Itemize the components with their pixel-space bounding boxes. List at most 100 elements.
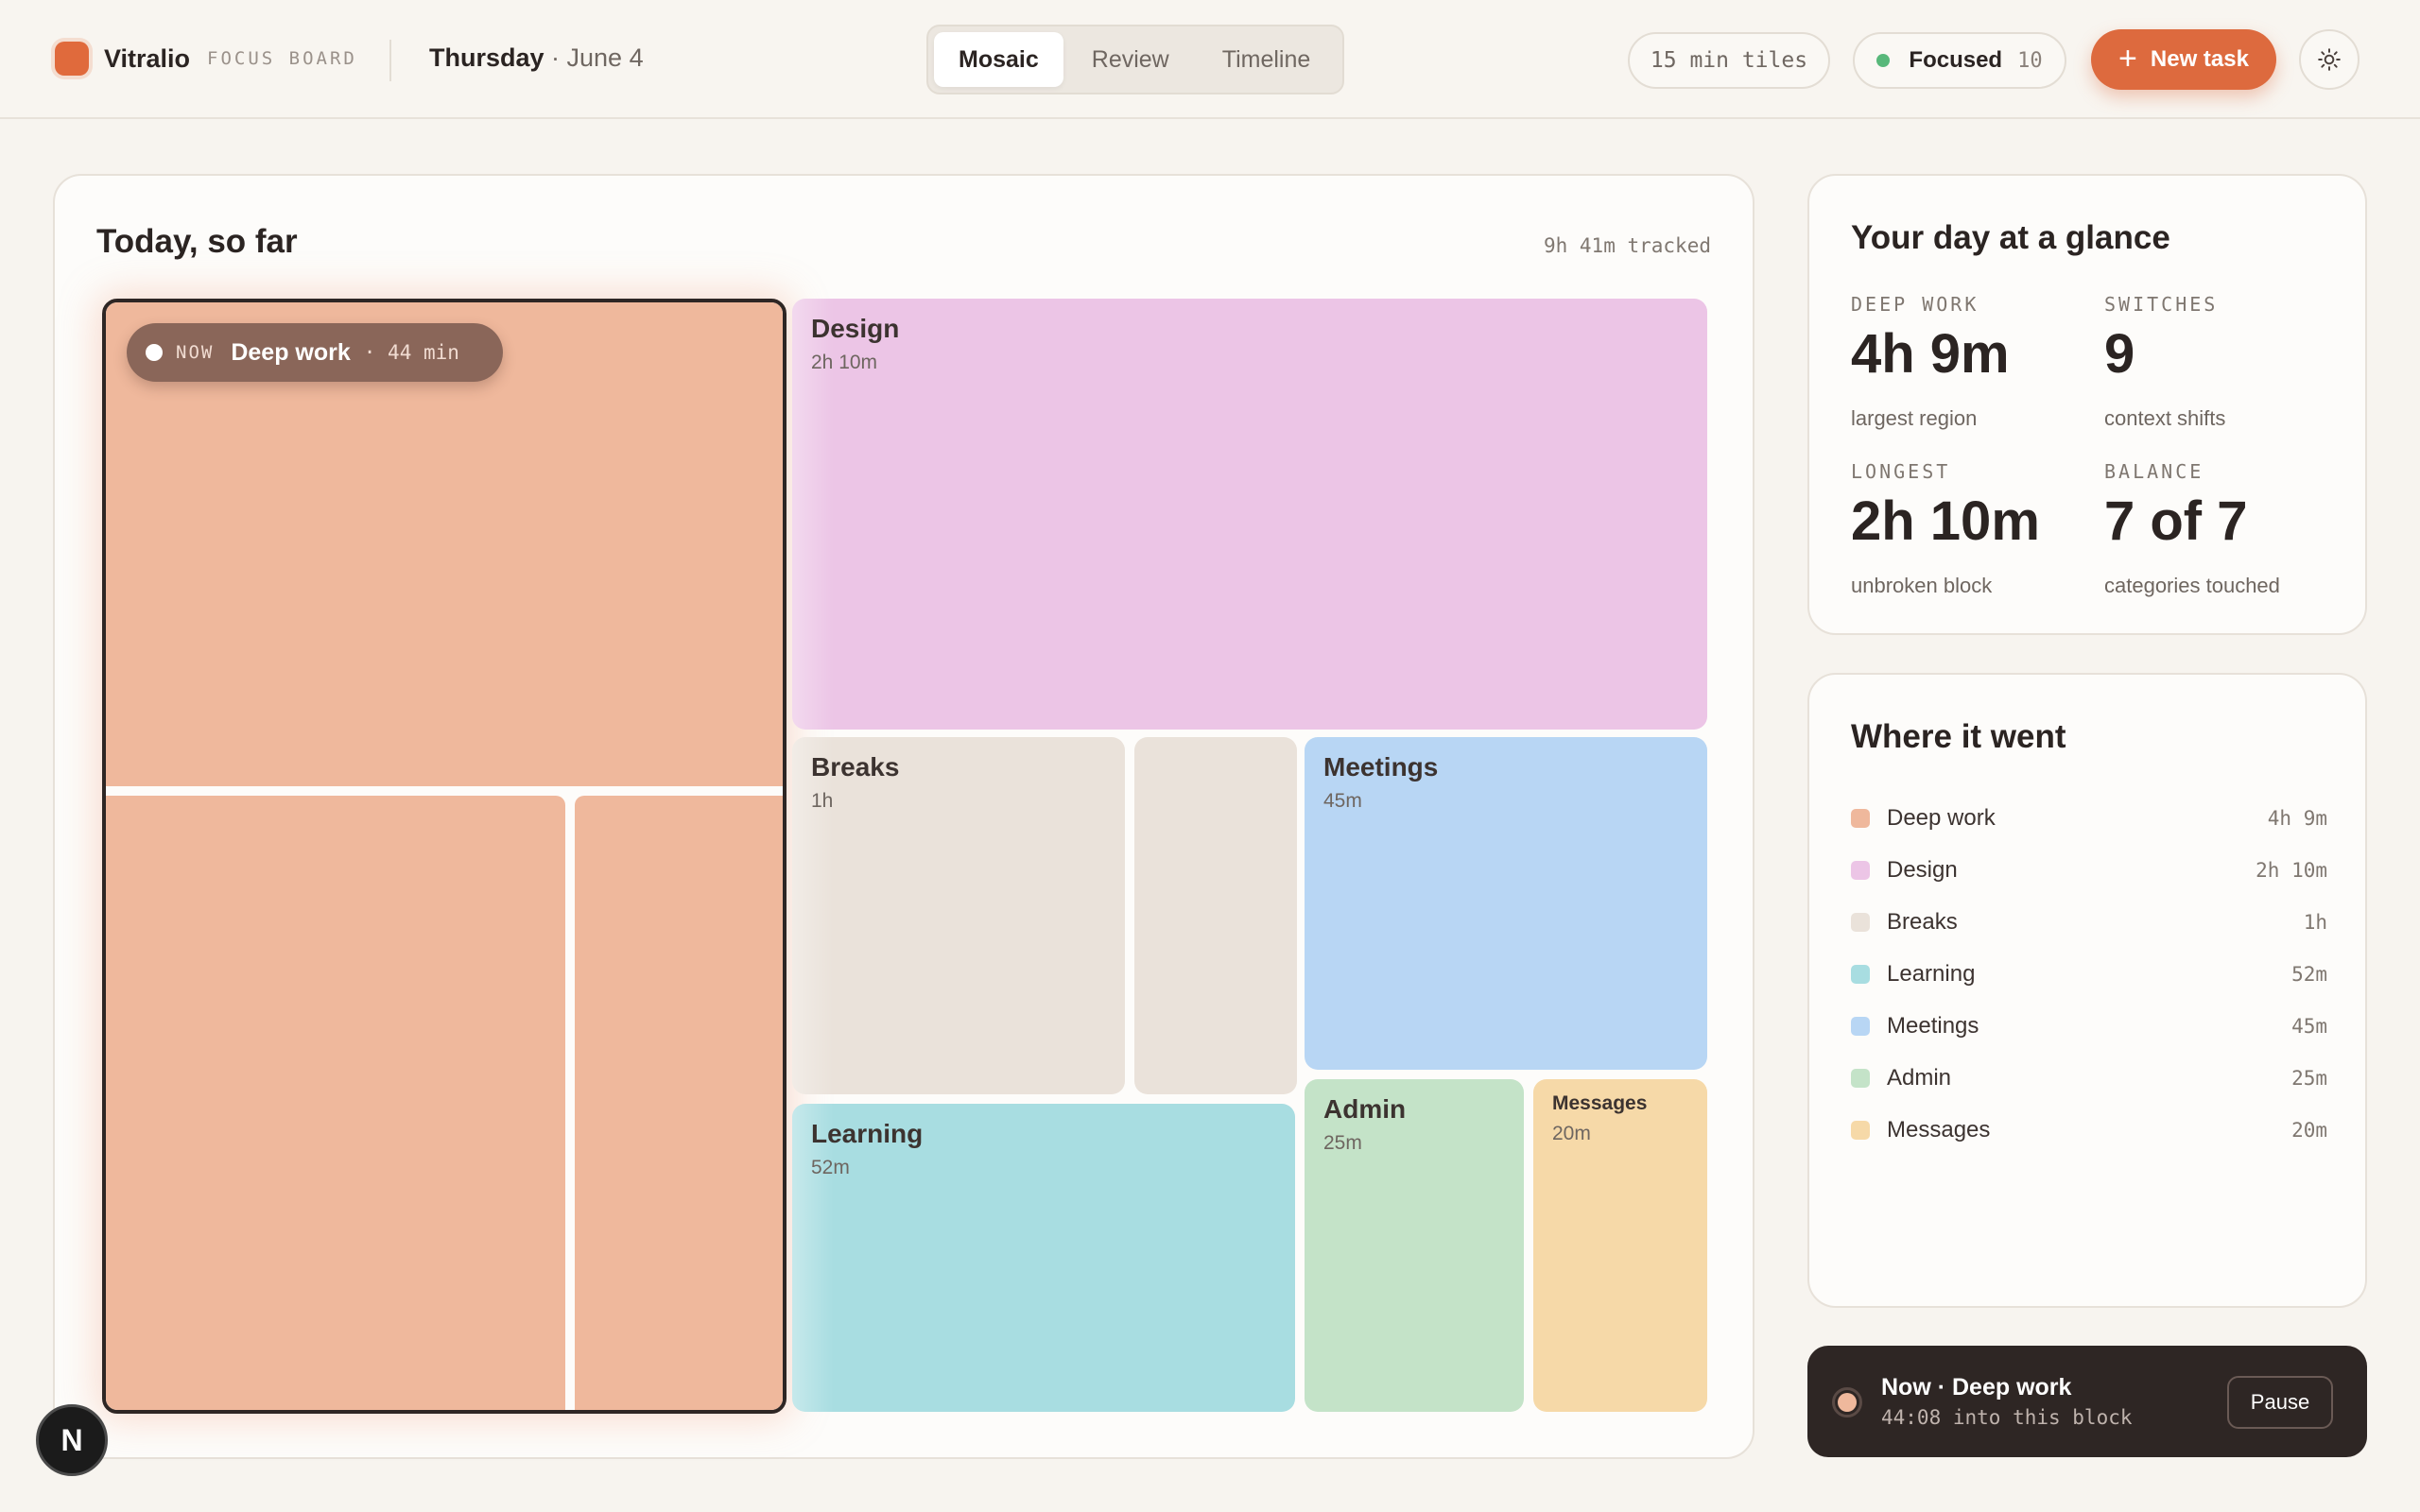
color-swatch-icon xyxy=(1851,1120,1870,1140)
stat-key: SWITCHES xyxy=(2104,293,2219,316)
stat-caption: context shifts xyxy=(2104,406,2226,430)
now-title: Now · Deep work xyxy=(1881,1374,2072,1400)
timer-ring-icon xyxy=(1832,1387,1862,1418)
deep-work-segment[interactable] xyxy=(106,796,565,1410)
tile-label: Admin xyxy=(1323,1094,1407,1124)
stat-deep-work: DEEP WORK 4h 9m largest region xyxy=(1851,293,2010,431)
legend-value: 52m xyxy=(2291,962,2327,986)
tab-timeline[interactable]: Timeline xyxy=(1198,32,1336,87)
brand: Vitralio FOCUS BOARD xyxy=(55,42,357,76)
legend-value: 20m xyxy=(2291,1118,2327,1142)
tile-messages[interactable]: Messages 20m xyxy=(1533,1079,1707,1412)
legend-item[interactable]: Meetings 45m xyxy=(1851,1000,2327,1052)
now-category: Deep work xyxy=(231,338,351,366)
stat-switches: SWITCHES 9 context shifts xyxy=(2104,293,2225,431)
brand-name: Vitralio xyxy=(104,43,191,73)
color-swatch-icon xyxy=(1851,964,1870,984)
tile-size-toggle[interactable]: 15 min tiles xyxy=(1628,32,1830,89)
live-dot-icon xyxy=(146,344,163,361)
legend-value: 1h xyxy=(2303,910,2327,934)
legend-label: Learning xyxy=(1887,960,1976,987)
legend-item[interactable]: Learning 52m xyxy=(1851,948,2327,1000)
now-chip: NOW Deep work · 44 min xyxy=(127,323,503,382)
stat-value: 7 of 7 xyxy=(2104,490,2248,552)
tile-breaks-segment[interactable] xyxy=(1134,737,1297,1094)
tile-admin[interactable]: Admin 25m xyxy=(1305,1079,1524,1412)
stat-value: 2h 10m xyxy=(1851,490,2040,552)
tile-design[interactable]: Design 2h 10m xyxy=(792,299,1707,730)
tile-duration: 52m xyxy=(811,1157,850,1178)
tile-label: Messages xyxy=(1552,1092,1648,1114)
tab-review[interactable]: Review xyxy=(1067,32,1194,87)
legend-item[interactable]: Admin 25m xyxy=(1851,1052,2327,1104)
tile-duration: 25m xyxy=(1323,1132,1362,1154)
tile-breaks[interactable]: Breaks 1h xyxy=(792,737,1125,1094)
tile-duration: 2h 10m xyxy=(811,352,878,373)
stat-value: 4h 9m xyxy=(1851,323,2010,385)
mosaic-card: Today, so far 9h 41m tracked NOW Deep wo… xyxy=(53,174,1754,1459)
legend-item[interactable]: Messages 20m xyxy=(1851,1104,2327,1156)
stat-key: LONGEST xyxy=(1851,460,1951,483)
dev-badge-icon[interactable]: N xyxy=(36,1404,108,1476)
tile-label: Learning xyxy=(811,1119,924,1148)
stat-key: DEEP WORK xyxy=(1851,293,1979,316)
stat-value: 9 xyxy=(2104,323,2135,385)
tile-label: Breaks xyxy=(811,752,900,782)
legend-label: Meetings xyxy=(1887,1012,1979,1039)
legend-item[interactable]: Deep work 4h 9m xyxy=(1851,792,2327,844)
date-day: Thursday xyxy=(429,43,544,72)
glance-card: Your day at a glance DEEP WORK 4h 9m lar… xyxy=(1807,174,2367,635)
legend-value: 45m xyxy=(2291,1014,2327,1038)
brand-subtitle: FOCUS BOARD xyxy=(207,48,357,69)
tile-learning[interactable]: Learning 52m xyxy=(792,1104,1295,1412)
tile-duration: 45m xyxy=(1323,790,1362,812)
color-swatch-icon xyxy=(1851,912,1870,932)
card-title: Your day at a glance xyxy=(1851,219,2170,256)
card-title: Where it went xyxy=(1851,718,2066,755)
legend-value: 2h 10m xyxy=(2256,858,2327,882)
deep-work-segment[interactable] xyxy=(575,796,783,1410)
now-elapsed: 44:08 into this block xyxy=(1881,1406,2133,1429)
new-task-button[interactable]: + New task xyxy=(2091,29,2276,90)
tile-duration: 20m xyxy=(1552,1123,1591,1144)
pause-button[interactable]: Pause xyxy=(2227,1376,2333,1429)
stat-key: BALANCE xyxy=(2104,460,2204,483)
focus-count: 10 xyxy=(2017,48,2043,73)
now-tag: NOW xyxy=(176,342,215,363)
focus-label: Focused xyxy=(1909,47,2003,73)
tile-duration: 1h xyxy=(811,790,834,812)
date-rest: · June 4 xyxy=(544,43,644,72)
legend-item[interactable]: Design 2h 10m xyxy=(1851,844,2327,896)
stat-caption: unbroken block xyxy=(1851,574,1993,597)
card-title: Today, so far xyxy=(96,223,298,260)
status-dot-icon xyxy=(1876,54,1891,67)
tile-deep-work[interactable]: NOW Deep work · 44 min xyxy=(102,299,786,1414)
legend-value: 25m xyxy=(2291,1066,2327,1090)
stat-caption: categories touched xyxy=(2104,574,2280,597)
now-duration: · 44 min xyxy=(363,341,459,364)
divider xyxy=(389,40,391,81)
view-switcher: Mosaic Review Timeline xyxy=(926,25,1344,94)
brand-logo-icon xyxy=(55,42,89,76)
tile-label: Meetings xyxy=(1323,752,1439,782)
legend-item[interactable]: Breaks 1h xyxy=(1851,896,2327,948)
category-legend: Deep work 4h 9m Design 2h 10m Breaks 1h Learni… xyxy=(1851,792,2327,1156)
breakdown-card: Where it went Deep work 4h 9m Design 2h 10m… xyxy=(1807,673,2367,1308)
theme-toggle-button[interactable] xyxy=(2299,29,2360,90)
now-playing-bar: Now · Deep work 44:08 into this block Pa… xyxy=(1807,1346,2367,1457)
tab-mosaic[interactable]: Mosaic xyxy=(934,32,1063,87)
new-task-label: New task xyxy=(2150,46,2249,72)
legend-label: Messages xyxy=(1887,1116,1991,1143)
tracked-total: 9h 41m tracked xyxy=(1543,234,1711,257)
color-swatch-icon xyxy=(1851,1068,1870,1088)
color-swatch-icon xyxy=(1851,860,1870,880)
legend-value: 4h 9m xyxy=(2267,806,2327,830)
stat-longest: LONGEST 2h 10m unbroken block xyxy=(1851,460,2040,598)
legend-label: Deep work xyxy=(1887,804,1996,831)
stat-caption: largest region xyxy=(1851,406,1978,430)
tile-meetings[interactable]: Meetings 45m xyxy=(1305,737,1707,1070)
focus-status-button[interactable]: Focused 10 xyxy=(1853,32,2066,89)
current-date: Thursday · June 4 xyxy=(429,43,644,73)
stat-balance: BALANCE 7 of 7 categories touched xyxy=(2104,460,2280,598)
top-bar: Vitralio FOCUS BOARD Thursday · June 4 M… xyxy=(0,0,2420,119)
